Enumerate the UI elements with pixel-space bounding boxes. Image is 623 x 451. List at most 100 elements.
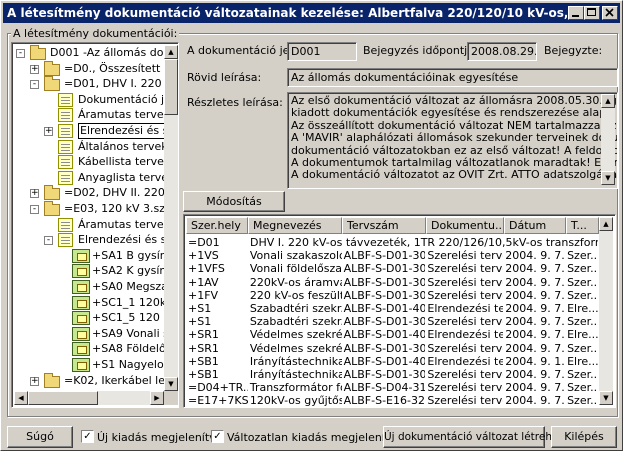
table-row[interactable]: +S1 Szabadtéri szekr... ALBF-S-D01-304 Szer…	[186, 315, 598, 328]
memo-line: A dokumentáció változatot az OVIT Zrt. A…	[291, 168, 618, 182]
new-release-checkbox[interactable]: ✓	[81, 430, 94, 443]
table-cell: Elre...	[567, 354, 598, 368]
grid-scroll-up-icon[interactable]: ▲	[599, 217, 613, 231]
expand-icon[interactable]: +	[30, 64, 39, 74]
tree-node-label[interactable]: Kábellista tervek	[78, 154, 170, 170]
memo-scroll-up-icon[interactable]: ▲	[601, 94, 615, 108]
help-button[interactable]: Súgó	[7, 426, 73, 448]
memo-scroll-down-icon[interactable]: ▼	[601, 171, 615, 185]
folder-icon	[44, 372, 60, 388]
scroll-left-arrow-icon[interactable]: ◀	[14, 391, 28, 405]
table-row[interactable]: =D01 DHV I. 220 kV-os távvezeték, 1TR 220…	[186, 236, 598, 249]
column-header[interactable]: Megnevezés	[248, 217, 342, 234]
tree-node-label[interactable]: +SC1_1 120kV	[92, 295, 174, 311]
tree-node-label[interactable]: +SA1 B gysín	[92, 248, 167, 264]
maximize-button[interactable]	[584, 6, 600, 20]
column-header[interactable]: T...	[566, 217, 599, 234]
tree-node-label[interactable]: +SA0 Megszak	[92, 279, 174, 295]
tree-node-label[interactable]: =D02, DHV II. 220 kV-	[64, 185, 178, 201]
long-desc-memo[interactable]: Az első dokumentáció változat az állomás…	[287, 92, 618, 189]
table-cell: ALBF-S-E16-320	[343, 394, 426, 408]
document-icon	[58, 139, 73, 154]
scroll-right-arrow-icon[interactable]: ▶	[150, 391, 164, 405]
grid-header: Szer.hely Megnevezés Tervszám Dokumentu... D…	[186, 217, 599, 234]
title-bar[interactable]: A létesítmény dokumentáció változatainak…	[3, 3, 620, 23]
doc-id-field[interactable]: D001	[287, 42, 357, 61]
minimize-icon	[572, 15, 579, 17]
close-button[interactable]	[602, 6, 618, 20]
tree-node-label[interactable]: =E03, 120 kV 3.sz. ká	[64, 201, 178, 217]
table-row[interactable]: +SB1Irányítástechnika ...ALBF-S-D01-306S…	[186, 368, 598, 381]
unchanged-release-checkbox[interactable]: ✓	[211, 430, 224, 443]
scroll-up-arrow-icon[interactable]: ▲	[164, 45, 178, 59]
table-cell: ALBF-S-D01-402	[343, 354, 426, 368]
sheet-icon	[72, 326, 90, 341]
tree-node-label[interactable]: =K02, Ikerkábel leágaz	[64, 373, 178, 389]
column-header[interactable]: Dokumentu...	[426, 217, 504, 234]
modify-button[interactable]: Módosítás	[183, 191, 285, 212]
tree-vertical-scrollbar[interactable]: ▲ ▼	[164, 45, 178, 391]
table-cell: Szabadtéri szekr...	[249, 315, 342, 329]
table-cell: Szerelési tervek	[427, 368, 503, 381]
collapse-icon[interactable]: -	[44, 236, 53, 246]
column-header[interactable]: Szer.hely	[186, 217, 248, 234]
create-version-button[interactable]: Új dokumentáció változat létreh..	[383, 426, 559, 448]
collapse-icon[interactable]: -	[30, 205, 39, 214]
grid-scroll-down-icon[interactable]: ▼	[599, 391, 613, 405]
table-cell: Védelmes szekrény	[249, 341, 342, 355]
column-header[interactable]: Tervszám	[342, 217, 426, 234]
expand-icon[interactable]: +	[30, 189, 39, 199]
tree-horizontal-scrollbar[interactable]: ◀ ▶	[14, 391, 164, 405]
documents-grid[interactable]: Szer.hely Megnevezés Tervszám Dokumentu... D…	[183, 214, 616, 408]
folder-icon	[44, 60, 60, 76]
grid-scrollbar[interactable]: ▲ ▼	[599, 217, 613, 405]
tree-node-label[interactable]: Áramutas tervek	[78, 217, 170, 233]
tree-node-label[interactable]: +SA9 Vonali sz	[92, 326, 175, 342]
table-cell: ALBF-S-D01-401	[343, 302, 426, 315]
table-cell: 2004. 9. 1.	[505, 354, 565, 368]
tree-node-label[interactable]: +SA2 K gysín	[92, 263, 166, 279]
collapse-icon[interactable]: -	[30, 80, 39, 90]
scroll-down-arrow-icon[interactable]: ▼	[164, 377, 178, 391]
document-icon	[58, 155, 73, 170]
document-icon	[58, 124, 73, 138]
table-cell: Szerelési tervek	[427, 275, 503, 289]
table-cell: ALBF-S-D04-314	[343, 381, 426, 395]
table-cell: 120kV-os gyűjtősí...	[249, 394, 342, 408]
documentation-tree[interactable]: - D001 -Az állomás dokument + =D0., Összesí…	[11, 42, 179, 408]
table-row[interactable]: +SR1 Védelmes szekrényALBF-S-D01-402Elren…	[186, 328, 598, 341]
expand-icon[interactable]: +	[30, 376, 39, 386]
table-cell: 220kV-os áramvál...	[249, 275, 342, 289]
tree-node-label[interactable]: =D0., Összesített tartal	[64, 61, 178, 77]
table-row[interactable]: +S1 Szabadtéri szekr... ALBF-S-D01-401 Elre…	[186, 302, 598, 315]
entry-time-field[interactable]: 2008.08.29.	[467, 42, 537, 61]
column-header[interactable]: Dátum	[504, 217, 566, 234]
table-row[interactable]: +1VFSVonali földelősza...ALBF-S-D01-301S…	[186, 262, 598, 275]
table-cell: Szer...	[567, 368, 598, 381]
table-row[interactable]: +1AV220kV-os áramvál...ALBF-S-D01-302Sze…	[186, 276, 598, 289]
table-row[interactable]: +SB1Irányítástechnika ...ALBF-S-D01-402E…	[186, 355, 598, 368]
tree-node-label[interactable]: D001 -Az állomás dokument	[50, 45, 178, 61]
memo-scrollbar[interactable]: ▲ ▼	[601, 94, 615, 185]
scroll-thumb[interactable]	[164, 59, 178, 115]
table-row[interactable]: +1VS Vonali szakaszoló ALBF-S-D01-300 Szere…	[186, 249, 598, 262]
tree-node-label[interactable]: Általános tervek	[78, 139, 168, 155]
maximize-icon	[587, 8, 596, 16]
table-row[interactable]: +SR1 Védelmes szekrényALBF-S-D01-305Szere…	[186, 342, 598, 355]
collapse-icon[interactable]: -	[16, 49, 25, 58]
tree-node-label[interactable]: =D01, DHV I. 220 kV-	[64, 76, 178, 92]
hscroll-thumb[interactable]	[28, 391, 98, 405]
table-row[interactable]: +1FV220 kV-os feszült...ALBF-S-D01-303Sz…	[186, 289, 598, 302]
tree-node-label[interactable]: Dokumentáció jeg	[78, 92, 178, 108]
table-row[interactable]: =E17+7KS...120kV-os gyűjtősí...ALBF-S-E1…	[186, 394, 598, 407]
tree-node-label[interactable]: Áramutas tervek	[78, 107, 170, 123]
tree-node-label[interactable]: +S1 Nagyelos	[92, 357, 169, 373]
short-desc-field[interactable]: Az állomás dokumentációinak egyesítése	[287, 68, 618, 87]
table-row[interactable]: =D04+TR...Transzformátor fo...ALBF-S-D04…	[186, 381, 598, 394]
tree-node-label[interactable]: +SA8 Földelő s	[92, 341, 175, 357]
exit-button[interactable]: Kilépés	[551, 426, 617, 448]
table-cell: ALBF-S-D01-304	[343, 315, 426, 329]
tree-node-label[interactable]: Anyaglista tervek	[78, 170, 174, 186]
minimize-button[interactable]	[568, 6, 584, 20]
expand-icon[interactable]: +	[44, 127, 53, 136]
